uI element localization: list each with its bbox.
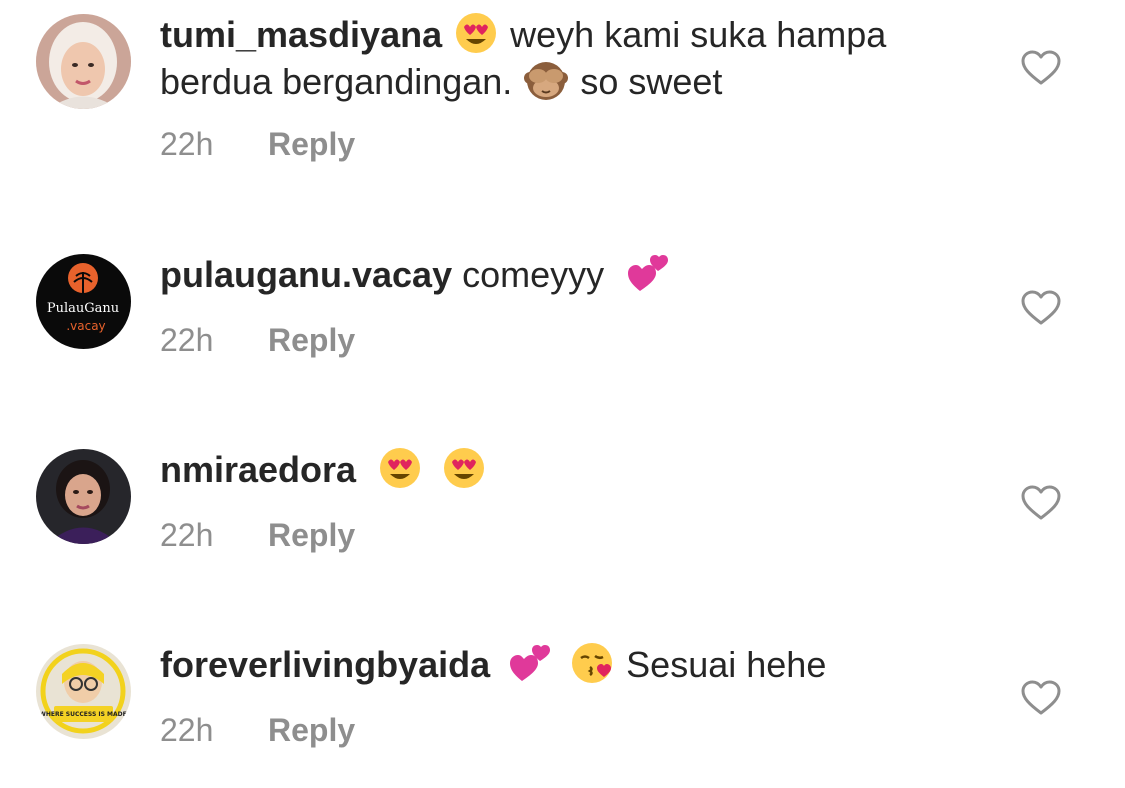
two-hearts-emoji — [510, 645, 551, 681]
timestamp: 22h — [160, 126, 214, 162]
kissing-heart-emoji — [572, 643, 613, 683]
reply-button[interactable]: Reply — [268, 517, 355, 553]
avatar[interactable]: PulauGanu .vacay — [36, 254, 131, 349]
two-hearts-emoji — [628, 255, 669, 291]
heart-outline-icon[interactable] — [1021, 680, 1061, 716]
avatar[interactable] — [36, 14, 131, 109]
username[interactable]: pulauganu.vacay — [160, 254, 452, 295]
comment-body: comeyyy — [462, 254, 605, 295]
timestamp: 22h — [160, 517, 214, 553]
avatar-badge-text: WHERE SUCCESS IS MADE — [39, 711, 126, 718]
username[interactable]: nmiraedora — [160, 449, 356, 490]
comment-text: pulauganu.vacay comeyyy — [160, 251, 980, 298]
avatar-logo-sub: .vacay — [66, 319, 105, 333]
timestamp: 22h — [160, 712, 214, 748]
heart-eyes-emoji — [380, 448, 421, 488]
reply-button[interactable]: Reply — [268, 126, 355, 162]
avatar-logo-text: PulauGanu — [47, 301, 119, 316]
reply-button[interactable]: Reply — [268, 322, 355, 358]
comment-meta: 22h Reply — [160, 712, 355, 749]
heart-outline-icon[interactable] — [1021, 290, 1061, 326]
heart-outline-icon[interactable] — [1021, 50, 1061, 86]
comment-body: Sesuai hehe — [626, 644, 827, 685]
avatar[interactable] — [36, 449, 131, 544]
comment-meta: 22h Reply — [160, 322, 355, 359]
comment-meta: 22h Reply — [160, 126, 355, 163]
username[interactable]: tumi_masdiyana — [160, 14, 442, 55]
see-no-evil-monkey-emoji — [524, 62, 569, 100]
heart-eyes-emoji — [444, 448, 485, 488]
timestamp: 22h — [160, 322, 214, 358]
comment-text: foreverlivingbyaida Sesuai hehe — [160, 641, 980, 688]
reply-button[interactable]: Reply — [268, 712, 355, 748]
comment-text: nmiraedora — [160, 446, 980, 493]
comment-text: tumi_masdiyana weyh kami suka hampa berd… — [160, 11, 980, 105]
comment-meta: 22h Reply — [160, 517, 355, 554]
username[interactable]: foreverlivingbyaida — [160, 644, 490, 685]
heart-outline-icon[interactable] — [1021, 485, 1061, 521]
avatar[interactable]: WHERE SUCCESS IS MADE — [36, 644, 131, 739]
comment-body-end: so sweet — [580, 61, 723, 102]
heart-eyes-emoji — [456, 13, 497, 53]
